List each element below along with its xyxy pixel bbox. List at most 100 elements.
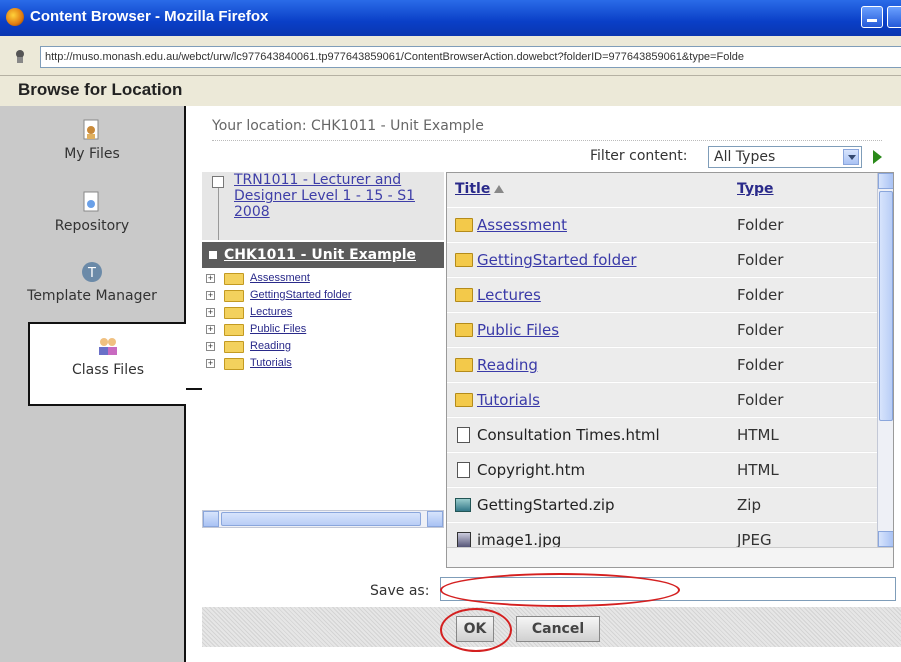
file-name[interactable]: GettingStarted folder: [477, 251, 637, 269]
current-location: Your location: CHK1011 - Unit Example: [212, 118, 882, 141]
nav-template-manager[interactable]: T Template Manager: [0, 260, 184, 330]
file-list-horizontal-scrollbar[interactable]: [447, 547, 893, 567]
sort-ascending-icon: [494, 185, 505, 193]
minimize-button[interactable]: [861, 6, 883, 28]
expand-icon[interactable]: +: [206, 359, 215, 368]
scroll-up-icon[interactable]: [878, 173, 893, 189]
file-name[interactable]: Assessment: [477, 216, 567, 234]
file-list-vertical-scrollbar[interactable]: [877, 173, 893, 547]
expand-icon[interactable]: +: [206, 274, 215, 283]
expand-icon[interactable]: +: [206, 325, 215, 334]
tree-item-label[interactable]: Tutorials: [250, 355, 292, 372]
scroll-down-icon[interactable]: [878, 531, 893, 547]
tree-item-label[interactable]: Assessment: [250, 270, 310, 287]
window-title: Content Browser - Mozilla Firefox: [30, 8, 269, 25]
file-row[interactable]: Lectures Folder: [447, 277, 877, 311]
scroll-right-icon[interactable]: [427, 511, 443, 527]
tree-parent-link[interactable]: TRN1011 - Lecturer and Designer Level 1 …: [234, 172, 415, 220]
folder-icon: [455, 218, 473, 232]
file-row[interactable]: Public Files Folder: [447, 312, 877, 346]
file-list: Title Type Assessment Folder GettingStar…: [446, 172, 894, 568]
folder-icon: [224, 324, 244, 336]
file-row[interactable]: GettingStarted.zip Zip: [447, 487, 877, 521]
file-row[interactable]: GettingStarted folder Folder: [447, 242, 877, 276]
tree-current-node[interactable]: CHK1011 - Unit Example: [202, 242, 444, 268]
annotation-ellipse-save-as: [440, 573, 680, 607]
folder-icon: [224, 307, 244, 319]
left-navigation: My Files Repository T Template Manager C…: [0, 106, 186, 662]
file-type: Folder: [737, 356, 784, 374]
folder-icon: [455, 358, 473, 372]
file-name: GettingStarted.zip: [477, 496, 615, 514]
file-name: Copyright.htm: [477, 461, 586, 479]
file-row[interactable]: Copyright.htm HTML: [447, 452, 877, 486]
panel-divider-lower: [184, 388, 186, 662]
file-type: HTML: [737, 426, 779, 444]
folder-icon: [224, 290, 244, 302]
file-name[interactable]: Reading: [477, 356, 538, 374]
nav-my-files-label: My Files: [64, 146, 120, 162]
file-name[interactable]: Tutorials: [477, 391, 540, 409]
filter-select[interactable]: All Types: [708, 146, 862, 168]
tree-connector: [218, 188, 219, 240]
folder-icon: [224, 358, 244, 370]
my-files-icon: [83, 119, 99, 140]
tree-item-label[interactable]: Lectures: [250, 304, 292, 321]
scroll-thumb[interactable]: [879, 191, 893, 421]
file-type: Folder: [737, 391, 784, 409]
file-name[interactable]: Lectures: [477, 286, 541, 304]
column-title-header[interactable]: Title: [455, 181, 505, 197]
filter-go-arrow-icon[interactable]: [873, 150, 882, 164]
site-identity-icon[interactable]: [12, 48, 28, 64]
nav-repository[interactable]: Repository: [0, 190, 184, 260]
maximize-button[interactable]: [887, 6, 901, 28]
file-row[interactable]: Tutorials Folder: [447, 382, 877, 416]
file-name[interactable]: Public Files: [477, 321, 559, 339]
tree-item-label[interactable]: Reading: [250, 338, 291, 355]
url-input[interactable]: http://muso.monash.edu.au/webct/urw/lc97…: [40, 46, 901, 68]
svg-text:T: T: [87, 266, 96, 281]
page-title: Browse for Location: [18, 80, 183, 99]
expand-icon[interactable]: +: [206, 291, 215, 300]
window-titlebar: Content Browser - Mozilla Firefox: [0, 0, 901, 36]
nav-class-files[interactable]: Class Files: [28, 322, 186, 406]
file-list-header: Title Type: [447, 173, 877, 207]
file-type: Folder: [737, 216, 784, 234]
chevron-down-icon[interactable]: [843, 149, 859, 165]
file-type: Folder: [737, 251, 784, 269]
nav-my-files[interactable]: My Files: [0, 118, 184, 188]
expand-icon[interactable]: +: [206, 308, 215, 317]
tree-item-label[interactable]: GettingStarted folder: [250, 287, 352, 304]
file-row[interactable]: Reading Folder: [447, 347, 877, 381]
file-row[interactable]: Consultation Times.html HTML: [447, 417, 877, 451]
nav-template-manager-label: Template Manager: [27, 288, 157, 304]
file-type: Zip: [737, 496, 761, 514]
file-name: Consultation Times.html: [477, 426, 660, 444]
file-type: Folder: [737, 321, 784, 339]
file-type: HTML: [737, 461, 779, 479]
nav-gutter-line: [184, 388, 202, 390]
expand-icon[interactable]: +: [206, 342, 215, 351]
scroll-left-icon[interactable]: [203, 511, 219, 527]
tree-item-label[interactable]: Public Files: [250, 321, 306, 338]
tree-horizontal-scrollbar[interactable]: [202, 510, 444, 528]
folder-icon: [455, 288, 473, 302]
folder-tree: TRN1011 - Lecturer and Designer Level 1 …: [202, 172, 444, 384]
column-type-header[interactable]: Type: [737, 181, 774, 197]
repository-icon: [83, 191, 99, 212]
image-file-icon: [457, 532, 471, 548]
tree-parent-node[interactable]: TRN1011 - Lecturer and Designer Level 1 …: [202, 172, 444, 240]
file-type: Folder: [737, 286, 784, 304]
cancel-button[interactable]: Cancel: [516, 616, 600, 642]
scroll-thumb[interactable]: [221, 512, 421, 526]
address-bar: http://muso.monash.edu.au/webct/urw/lc97…: [0, 36, 901, 76]
document-icon: [457, 462, 470, 478]
file-row[interactable]: Assessment Folder: [447, 207, 877, 241]
document-icon: [457, 427, 470, 443]
annotation-ellipse-ok: [440, 608, 512, 652]
nav-repository-label: Repository: [54, 218, 130, 234]
folder-icon: [224, 273, 244, 285]
column-title-label: Title: [455, 181, 491, 197]
collapse-box-icon[interactable]: [212, 176, 224, 188]
template-manager-icon: T: [82, 262, 102, 282]
